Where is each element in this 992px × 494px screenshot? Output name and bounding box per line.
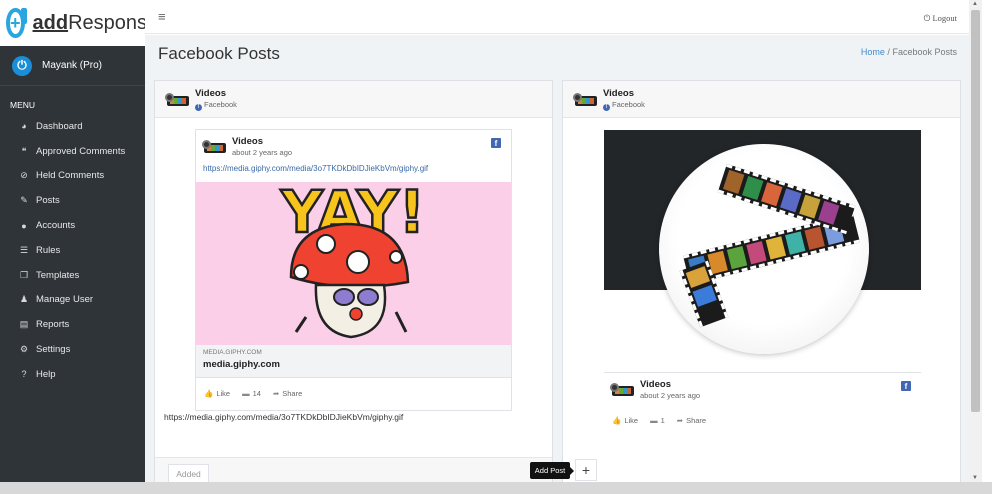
sidebar-item-accounts[interactable]: ● Accounts [0,213,145,238]
breadcrumb: Home / Facebook Posts [860,47,957,57]
page-avatar [165,91,189,107]
breadcrumb-home-link[interactable]: Home [861,47,885,57]
added-status-button[interactable]: Added [168,464,209,482]
horizontal-scrollbar[interactable] [0,482,992,494]
page-avatar [573,91,597,107]
thumbs-up-icon: 👍 [204,388,214,398]
post-avatar [610,381,634,397]
post-avatar [202,138,226,154]
power-off-icon: ⏻ [923,13,931,23]
gif-image[interactable]: YAY! [196,182,511,345]
scroll-down-arrow-icon[interactable]: ▼ [972,475,978,481]
breadcrumb-current: Facebook Posts [892,47,957,57]
sidebar-item-settings[interactable]: ⚙ Settings [0,337,145,362]
sidebar-menu: ◕ Dashboard ❝ Approved Comments ⊘ Held Comm… [0,114,145,387]
power-icon: ⏻ [12,55,32,76]
facebook-icon: f [195,103,202,111]
post-author[interactable]: Videos [640,379,700,390]
share-button[interactable]: ➦ Share [677,416,706,425]
comments-icon: ❝ [21,145,27,156]
scrollbar-thumb[interactable] [971,10,980,412]
sidebar-item-posts[interactable]: ✎ Posts [0,188,145,213]
post-actions: 👍 Like ▬ 1 ➦ Share [604,405,921,435]
page-title: Facebook Posts [158,44,280,63]
comment-icon: ▬ [650,415,658,425]
edit-icon: ✎ [20,195,28,206]
topbar: ≡ ⏻ Logout [145,0,992,34]
source-label: f Facebook [603,100,645,111]
post-author[interactable]: Videos [232,136,292,147]
card-header: Videos f Facebook [563,81,960,118]
add-post-tooltip: Add Post [530,462,574,479]
app-name: addResponse [32,11,159,34]
card-header: Videos f Facebook [155,81,552,118]
eye-slash-icon: ⊘ [20,170,28,181]
film-strip-image[interactable] [659,144,869,354]
user-circle-icon: ● [21,220,27,231]
hamburger-icon[interactable]: ≡ [158,9,166,24]
share-button[interactable]: ➦ Share [273,389,302,398]
sidebar-item-approved-comments[interactable]: ❝ Approved Comments [0,139,145,164]
comments-button[interactable]: ▬ 1 [650,416,665,425]
menu-header: MENU [10,100,36,110]
post-text: https://media.giphy.com/media/3o7TKDkDbI… [164,412,404,422]
like-button[interactable]: 👍 Like [204,389,230,398]
user-panel[interactable]: ⏻ Mayank (Pro) [0,46,145,86]
cogs-icon: ⚙ [19,344,29,355]
like-button[interactable]: 👍 Like [612,416,638,425]
copy-icon: ❐ [19,269,29,280]
share-icon: ➦ [676,415,684,425]
comments-button[interactable]: ▬ 14 [242,389,261,398]
source-label: f Facebook [195,100,237,111]
question-circle-icon: ? [21,369,27,380]
post-time[interactable]: about 2 years ago [232,148,292,157]
sidebar-item-reports[interactable]: ▤ Reports [0,312,145,337]
page-name: Videos [603,87,634,99]
main-content: Facebook Posts Home / Facebook Posts Vid… [145,35,969,482]
share-icon: ➦ [272,388,280,398]
post-actions: 👍 Like ▬ 14 ➦ Share [196,378,511,408]
sidebar-item-manage-user[interactable]: ♟ Manage User [0,288,145,313]
sidebar-item-held-comments[interactable]: ⊘ Held Comments [0,164,145,189]
facebook-post-embed: Videos about 2 years ago f https://media… [195,129,512,411]
sidebar-item-help[interactable]: ? Help [0,362,145,387]
link-preview[interactable]: MEDIA.GIPHY.COM media.giphy.com [196,345,511,378]
facebook-icon[interactable]: f [901,381,911,391]
post-card: Videos f Facebook Videos about 2 years a… [562,80,961,482]
vertical-scrollbar[interactable]: ▲ ▼ [969,0,982,482]
user-plus-icon: ♟ [19,294,29,305]
facebook-icon[interactable]: f [491,138,501,148]
add-post-button[interactable]: + [575,459,597,481]
post-card: Videos f Facebook Videos about 2 years ag… [154,80,553,482]
sidebar-item-templates[interactable]: ❐ Templates [0,263,145,288]
sidebar: + addResponse ⏻ Mayank (Pro) MENU ◕ Dashb… [0,0,158,494]
comment-icon: ▬ [242,388,250,398]
user-name: Mayank (Pro) [42,60,103,71]
link-domain: MEDIA.GIPHY.COM [203,349,262,356]
logout-button[interactable]: ⏻ Logout [924,13,957,24]
archive-icon: ▤ [19,319,29,330]
sidebar-item-rules[interactable]: ☰ Rules [0,238,145,263]
list-icon: ☰ [19,244,29,255]
mushroom-gif-illustration: YAY! [279,182,427,339]
post-link[interactable]: https://media.giphy.com/media/3o7TKDkDbI… [196,162,511,182]
sidebar-item-dashboard[interactable]: ◕ Dashboard [0,114,145,139]
thumbs-up-icon: 👍 [612,415,622,425]
palette-icon: ◕ [21,121,27,132]
facebook-post-embed: Videos about 2 years ago f 👍 Like ▬ 1 ➦ Sha… [604,372,921,434]
facebook-icon: f [603,103,610,111]
logo-icon: + [6,8,26,38]
app-logo[interactable]: + addResponse [0,0,158,46]
page-name: Videos [195,87,226,99]
card-footer: Added [155,457,552,482]
post-time[interactable]: about 2 years ago [640,391,700,400]
scroll-up-arrow-icon[interactable]: ▲ [972,1,978,7]
link-title: media.giphy.com [203,359,280,370]
